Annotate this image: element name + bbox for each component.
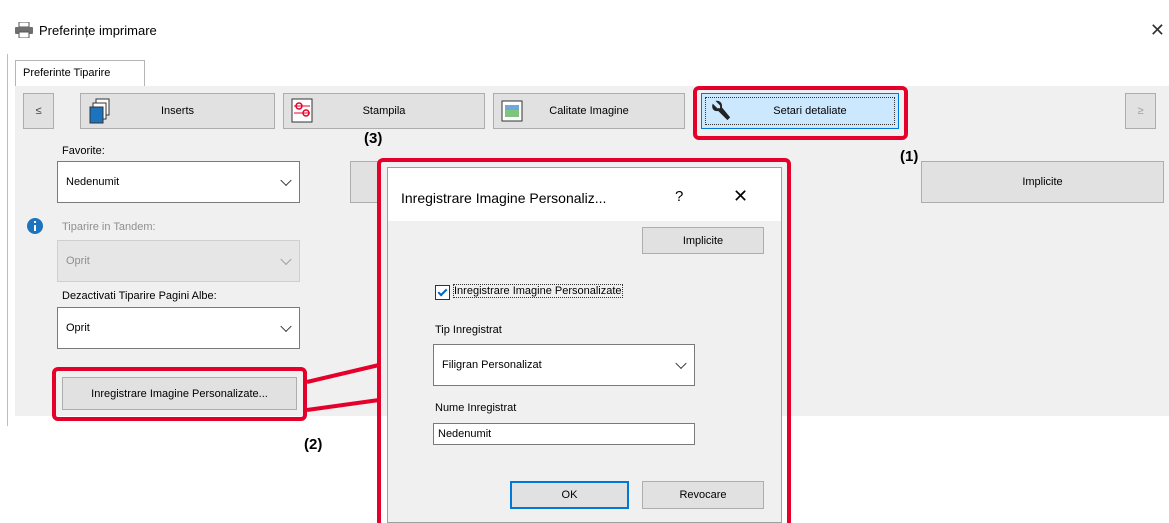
inserts-button[interactable]: Inserts: [80, 93, 275, 129]
register-type-value: Filigran Personalizat: [442, 359, 542, 371]
highlight-box-2: [52, 367, 307, 421]
register-type-select[interactable]: Filigran Personalizat: [433, 344, 695, 386]
chevron-down-icon: [280, 174, 292, 187]
favorites-save-button[interactable]: [350, 161, 380, 203]
cancel-button[interactable]: Revocare: [642, 481, 764, 509]
register-name-input[interactable]: Nedenumit: [433, 423, 695, 445]
help-icon[interactable]: ?: [675, 188, 683, 205]
tandem-label: Tiparire in Tandem:: [62, 221, 156, 233]
dialog-title: Inregistrare Imagine Personaliz...: [401, 190, 607, 206]
register-image-checkbox-label[interactable]: Inregistrare Imagine Personalizate: [453, 284, 623, 298]
chevron-down-icon: [280, 320, 292, 333]
window-close-icon[interactable]: ✕: [1150, 20, 1165, 41]
inserts-icon: [89, 98, 110, 124]
window-title-bar: Preferințe imprimare ✕: [0, 0, 1169, 56]
printer-icon: [15, 22, 33, 38]
image-quality-icon: [501, 100, 523, 122]
chevron-down-icon: [675, 357, 687, 370]
blank-pages-value: Oprit: [66, 322, 90, 334]
callout-2: (2): [304, 436, 323, 453]
image-quality-label: Calitate Imagine: [549, 105, 629, 117]
tandem-select: Oprit: [57, 240, 300, 282]
info-icon: [27, 218, 43, 234]
ok-button[interactable]: OK: [510, 481, 629, 509]
blank-pages-label: Dezactivati Tiparire Pagini Albe:: [62, 290, 217, 302]
register-image-dialog: Inregistrare Imagine Personaliz... ? ✕ I…: [387, 167, 782, 523]
stamp-button[interactable]: Stampila: [283, 93, 485, 129]
tandem-value: Oprit: [66, 255, 90, 267]
image-quality-button[interactable]: Calitate Imagine: [493, 93, 685, 129]
window-title: Preferințe imprimare: [39, 23, 157, 38]
register-name-label: Nume Inregistrat: [435, 402, 517, 414]
dialog-close-icon[interactable]: ✕: [733, 186, 748, 207]
favorites-value: Nedenumit: [66, 176, 120, 188]
callout-1: (1): [900, 148, 919, 165]
favorites-label: Favorite:: [62, 145, 105, 157]
blank-pages-select[interactable]: Oprit: [57, 307, 300, 349]
stamp-icon: [291, 98, 313, 123]
window-left-border: [7, 54, 8, 426]
chevron-down-icon: [280, 253, 292, 266]
stamp-label: Stampila: [362, 105, 406, 117]
inserts-label: Inserts: [160, 105, 194, 117]
defaults-button[interactable]: Implicite: [921, 161, 1164, 203]
checkmark-icon: [437, 286, 448, 297]
favorites-select[interactable]: Nedenumit: [57, 161, 300, 203]
callout-3: (3): [364, 130, 383, 147]
register-name-value: Nedenumit: [438, 428, 492, 440]
dialog-defaults-button[interactable]: Implicite: [642, 227, 764, 254]
nav-next-button[interactable]: ≥: [1125, 93, 1156, 129]
nav-prev-button[interactable]: ≤: [23, 93, 54, 129]
highlight-box-1: [693, 86, 908, 140]
register-image-checkbox[interactable]: [435, 285, 450, 300]
dialog-title-bar: Inregistrare Imagine Personaliz... ? ✕: [388, 168, 781, 221]
tab-preferinte-tiparire[interactable]: Preferinte Tiparire: [15, 60, 145, 86]
register-type-label: Tip Inregistrat: [435, 324, 502, 336]
